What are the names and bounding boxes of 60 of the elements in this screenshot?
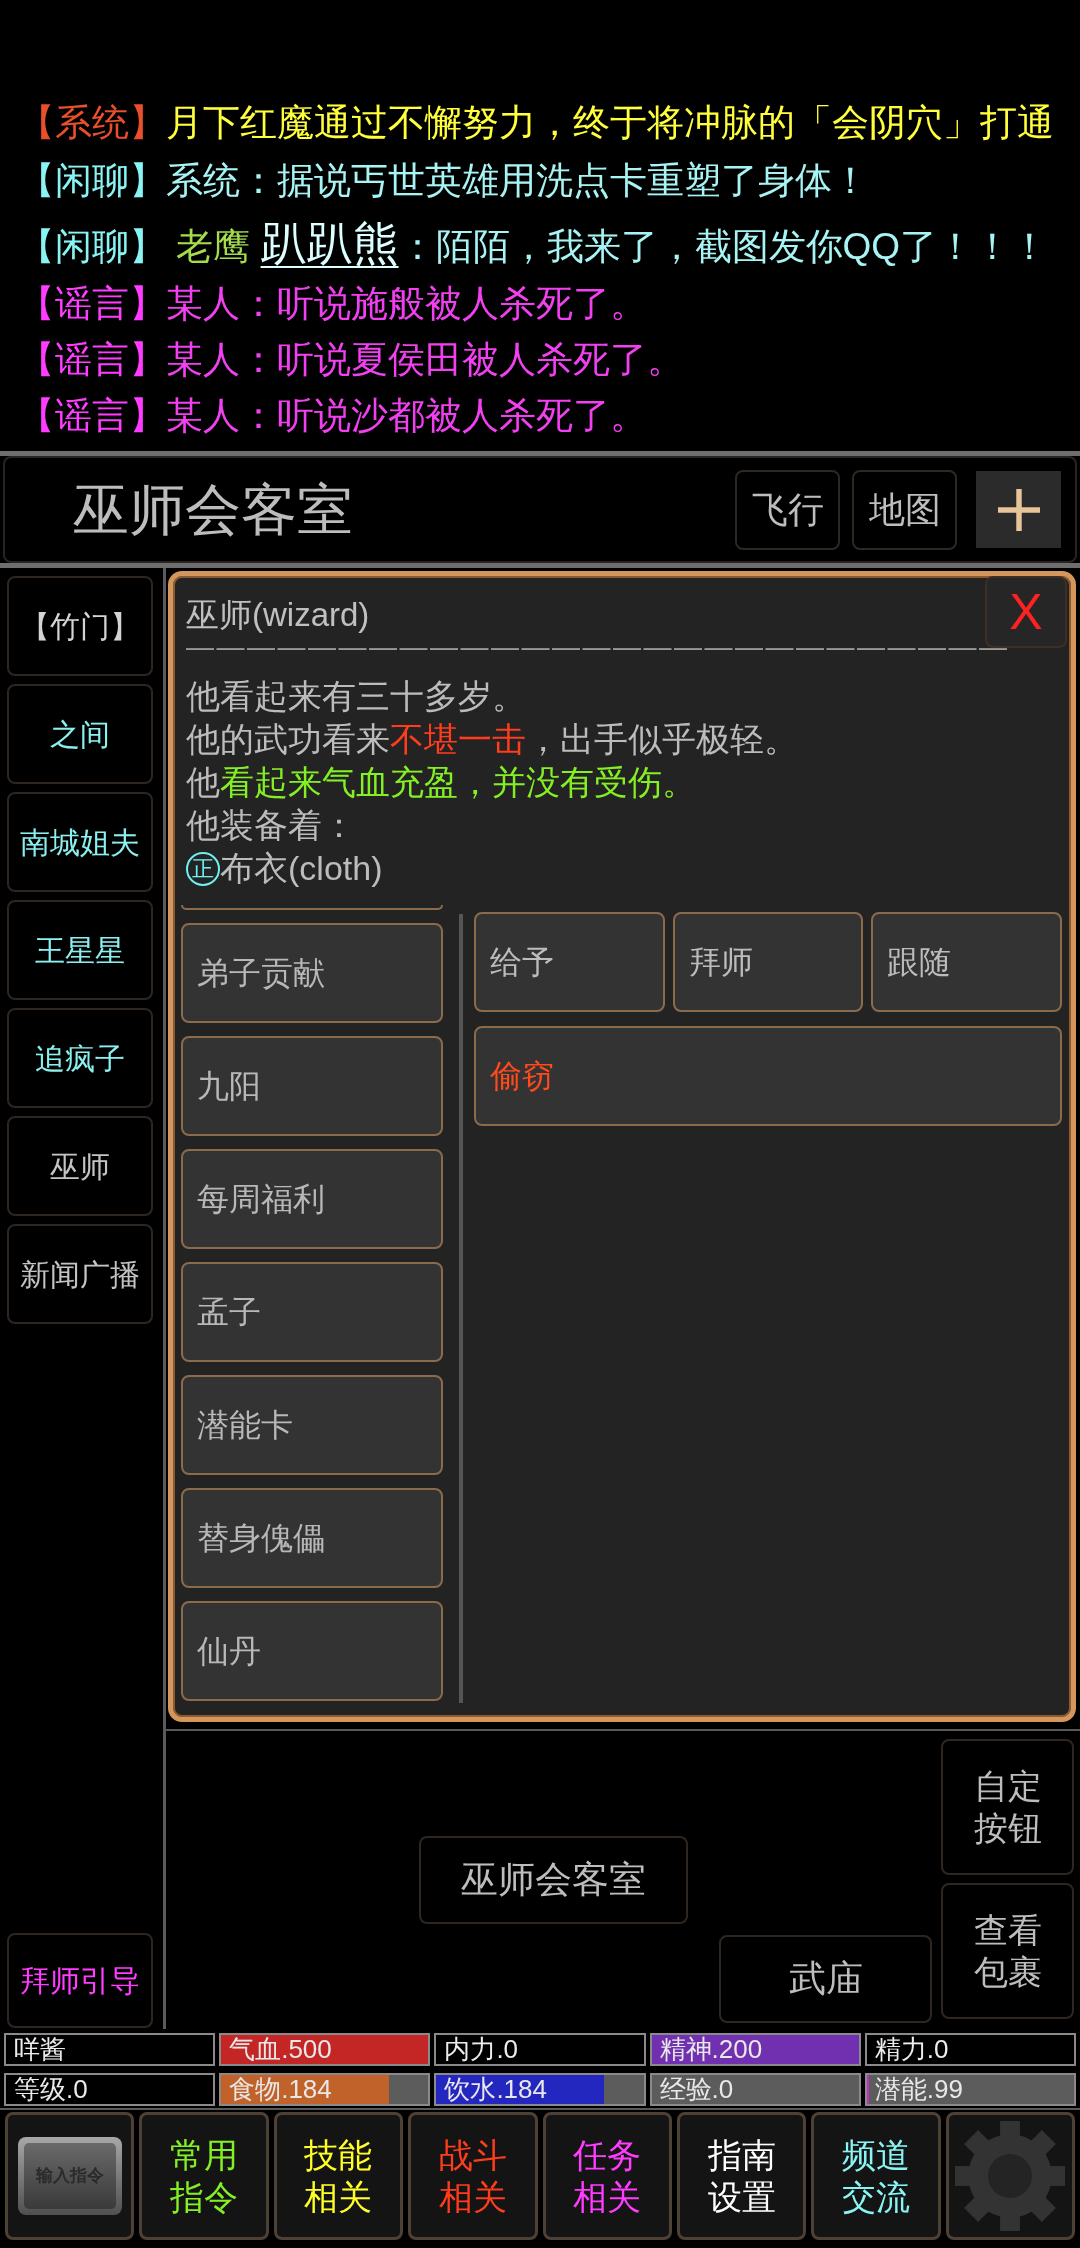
sidebar-item[interactable]: 王星星 [7,900,153,1000]
side-button[interactable]: 自定 按钮 [941,1739,1074,1875]
player-name-link[interactable]: 趴趴熊 [260,217,399,269]
chat-message: 【谣言】某人：听说夏侯田被人杀死了。 [18,338,684,382]
menu-button[interactable]: 常用 指令 [139,2112,269,2240]
chat-message: 【闲聊】 老鹰 趴趴熊：陌陌，我来了，截图发你QQ了！！！ [18,216,1049,271]
action-button[interactable]: 跟随 [871,912,1062,1012]
option-button[interactable]: 九阳 [181,1036,443,1136]
header-button[interactable]: 地图 [852,469,957,550]
stat-text: 经验.0 [658,2074,734,2104]
stat-label: 等级.0 [4,2073,216,2106]
menu-button[interactable]: 频道 交流 [811,2112,941,2240]
menu-button[interactable]: 战斗 相关 [408,2112,538,2240]
stat-text: 食物.184 [228,2074,332,2104]
chat-message: 【谣言】某人：听说沙都被人杀死了。 [18,394,647,438]
menu-button[interactable]: 技能 相关 [273,2112,404,2240]
sidebar-item[interactable]: 新闻广播 [7,1224,153,1324]
room-button[interactable]: 武庙 [719,1935,932,2023]
option-button[interactable]: 每周福利 [181,1149,443,1249]
equipped-badge: 正 [186,851,220,886]
sidebar-item[interactable]: 【竹门】 [7,576,153,676]
description-line: 他看起来有三十多岁。 [186,676,526,717]
stat-text: 气血.500 [228,2034,332,2064]
close-button[interactable]: X [985,576,1067,648]
stat-label: 内力.0 [434,2033,646,2066]
plus-icon [997,488,1040,531]
header-button[interactable]: 飞行 [735,469,840,550]
action-button[interactable]: 给予 [474,912,665,1012]
option-button[interactable]: 弟子贡献 [181,923,443,1023]
sidebar-item[interactable]: 之间 [7,684,153,784]
action-button[interactable]: 偷窃 [474,1026,1062,1126]
add-button[interactable] [976,471,1061,548]
location-title: 巫师会客室 [73,481,353,538]
sidebar-item[interactable]: 追疯子 [7,1008,153,1108]
stat-label: 咩酱 [4,2033,216,2066]
stat-label: 精力.0 [864,2033,1076,2066]
npc-title: 巫师(wizard) [186,595,370,635]
menu-button[interactable]: 任务 相关 [542,2112,672,2240]
option-button[interactable]: 仙丹 [181,1601,443,1701]
description-line: 他的武功看来不堪一击，出手似乎极轻。 [186,719,798,760]
stat-text: 精神.200 [658,2034,763,2064]
room-button[interactable]: 巫师会客室 [419,1836,688,1924]
stat-text: 潜能.99 [873,2074,963,2104]
description-line: 他装备着： [186,805,356,846]
stat-text: 饮水.184 [443,2074,547,2104]
chat-message: 【系统】月下红魔通过不懈努力，终于将冲脉的「会阴穴」打通 [18,101,1054,145]
chat-message: 【谣言】某人：听说施般被人杀死了。 [18,282,647,326]
gear-icon [955,2121,1066,2231]
menu-button[interactable]: 指南 设置 [676,2112,807,2240]
option-button[interactable]: 替身傀儡 [181,1488,443,1588]
chat-message: 【闲聊】系统：据说丐世英雄用洗点卡重塑了身体！ [18,159,869,203]
option-button[interactable]: 潜能卡 [181,1375,443,1475]
side-button[interactable]: 查看 包裹 [941,1883,1074,2019]
guide-button[interactable]: 拜师引导 [7,1933,153,2028]
sidebar-item[interactable]: 巫师 [7,1116,153,1216]
action-button[interactable]: 拜师 [672,912,864,1012]
description-line: 他看起来气血充盈，并没有受伤。 [186,762,696,803]
option-button[interactable]: 孟子 [181,1262,443,1362]
sidebar-item[interactable]: 南城姐夫 [7,792,153,892]
equipment-name: 布衣(cloth) [220,848,383,889]
